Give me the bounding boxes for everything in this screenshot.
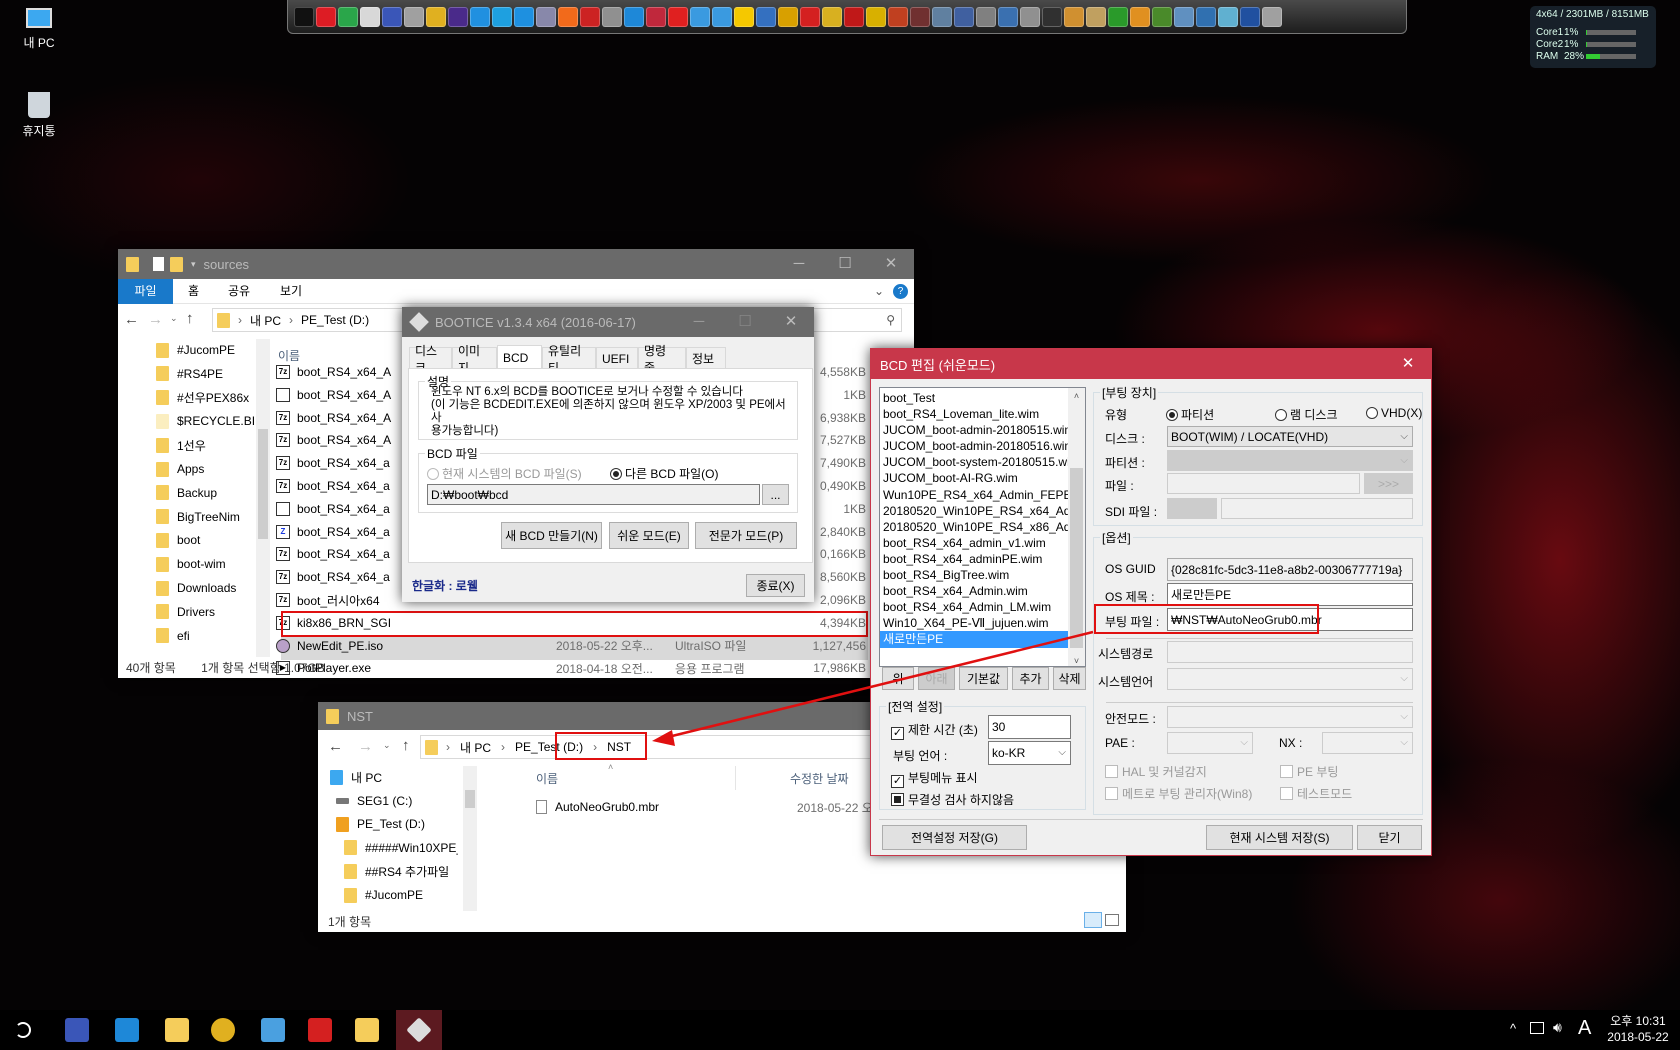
volume-icon[interactable]: 🔊︎ <box>1553 1019 1562 1036</box>
taskbar-grid-app-button[interactable] <box>297 1010 343 1050</box>
taskbar: ^ 🔊︎ A 오후 10:31 2018-05-22 <box>0 1010 1680 1050</box>
show-hidden-icons-button[interactable]: ^ <box>1510 1021 1516 1036</box>
taskbar-system-button[interactable] <box>54 1010 100 1050</box>
notepad-icon <box>261 1018 285 1042</box>
search-icon <box>15 1022 31 1038</box>
arrow-head <box>652 730 675 746</box>
taskbar-notepad-button[interactable] <box>250 1010 296 1050</box>
annotation-arrow <box>652 630 1094 746</box>
taskbar-bootice-button[interactable] <box>396 1010 442 1050</box>
taskbar-ie-button[interactable] <box>104 1010 150 1050</box>
system-icon <box>65 1018 89 1042</box>
ime-indicator[interactable]: A <box>1578 1017 1591 1040</box>
file-explorer-icon <box>165 1018 189 1042</box>
grid-app-icon <box>308 1018 332 1042</box>
clock-date: 2018-05-22 <box>1607 1030 1669 1044</box>
folder-icon <box>355 1018 379 1042</box>
taskbar-chrome-button[interactable] <box>200 1010 246 1050</box>
arrow-line <box>667 630 1094 739</box>
bootice-icon <box>406 1017 432 1043</box>
clock-time: 오후 10:31 <box>1610 1014 1666 1028</box>
taskbar-file-explorer-button[interactable] <box>154 1010 200 1050</box>
clock[interactable]: 오후 10:31 2018-05-22 <box>1600 1013 1676 1045</box>
network-icon[interactable] <box>1530 1022 1544 1034</box>
taskbar-search-button[interactable] <box>0 1010 46 1050</box>
ie-icon <box>115 1018 139 1042</box>
taskbar-folder-button[interactable] <box>344 1010 390 1050</box>
chrome-icon <box>211 1018 235 1042</box>
